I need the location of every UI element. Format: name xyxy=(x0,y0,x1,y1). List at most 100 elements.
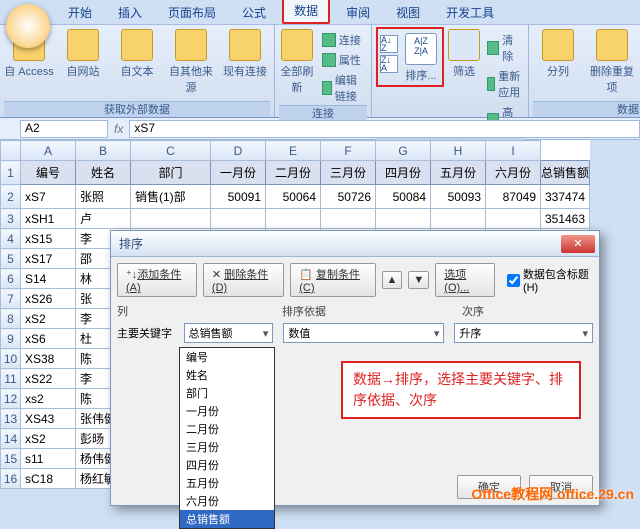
btn-删除重复项[interactable]: 删除重复项 xyxy=(587,27,637,95)
cell[interactable]: 50091 xyxy=(211,185,266,209)
btn-清除[interactable]: 清除 xyxy=(484,31,524,65)
tab-审阅[interactable]: 审阅 xyxy=(336,1,380,24)
drop-item[interactable]: 总销售额 xyxy=(180,510,274,528)
cell[interactable]: xSH1 xyxy=(21,209,76,229)
header-cell[interactable]: 六月份 xyxy=(486,161,541,185)
col-E[interactable]: E xyxy=(266,141,321,161)
sort-button[interactable]: A|ZZ|A排序... xyxy=(402,31,440,83)
header-cell[interactable]: 总销售额 xyxy=(541,161,590,185)
btn-连接[interactable]: 连接 xyxy=(319,31,367,49)
sort-basis-select[interactable]: 数值 xyxy=(283,323,444,343)
col-G[interactable]: G xyxy=(376,141,431,161)
tab-数据[interactable]: 数据 xyxy=(282,0,330,24)
row-12[interactable]: 12 xyxy=(1,389,21,409)
col-D[interactable]: D xyxy=(211,141,266,161)
cell[interactable] xyxy=(266,209,321,229)
drop-item[interactable]: 五月份 xyxy=(180,474,274,492)
row-2[interactable]: 2 xyxy=(1,185,21,209)
cell[interactable] xyxy=(431,209,486,229)
drop-item[interactable]: 姓名 xyxy=(180,366,274,384)
drop-item[interactable]: 二月份 xyxy=(180,420,274,438)
drop-item[interactable]: 三月份 xyxy=(180,438,274,456)
cell[interactable]: 50064 xyxy=(266,185,321,209)
row-10[interactable]: 10 xyxy=(1,349,21,369)
cell[interactable]: XS38 xyxy=(21,349,76,369)
cell[interactable]: xS22 xyxy=(21,369,76,389)
cell[interactable]: xS17 xyxy=(21,249,76,269)
cell[interactable]: xS15 xyxy=(21,229,76,249)
cell[interactable]: xS7 xyxy=(21,185,76,209)
col-F[interactable]: F xyxy=(321,141,376,161)
cell[interactable] xyxy=(321,209,376,229)
row-3[interactable]: 3 xyxy=(1,209,21,229)
header-cell[interactable]: 五月份 xyxy=(431,161,486,185)
dialog-titlebar[interactable]: 排序 ✕ xyxy=(111,231,599,257)
fx-icon[interactable]: fx xyxy=(114,122,123,136)
header-cell[interactable]: 部门 xyxy=(131,161,211,185)
drop-item[interactable]: 一月份 xyxy=(180,402,274,420)
btn-自网站[interactable]: 自网站 xyxy=(58,27,108,79)
cell[interactable]: 337474 xyxy=(541,185,590,209)
cell[interactable]: xS2 xyxy=(21,429,76,449)
tab-开发工具[interactable]: 开发工具 xyxy=(436,1,504,24)
cell[interactable]: 87049 xyxy=(486,185,541,209)
cell[interactable]: 50084 xyxy=(376,185,431,209)
col-H[interactable]: H xyxy=(431,141,486,161)
tab-插入[interactable]: 插入 xyxy=(108,1,152,24)
row-7[interactable]: 7 xyxy=(1,289,21,309)
delete-condition-button[interactable]: ✕ 删除条件(D) xyxy=(203,263,284,297)
btn-重新应用[interactable]: 重新应用 xyxy=(484,67,524,101)
btn-分列[interactable]: 分列 xyxy=(533,27,583,79)
main-key-select[interactable]: 总销售额 xyxy=(184,323,274,343)
cell[interactable] xyxy=(131,209,211,229)
tab-视图[interactable]: 视图 xyxy=(386,1,430,24)
row-5[interactable]: 5 xyxy=(1,249,21,269)
name-box[interactable]: A2 xyxy=(20,120,108,138)
tab-公式[interactable]: 公式 xyxy=(232,1,276,24)
refresh-all-button[interactable]: 全部刷新 xyxy=(279,27,315,95)
move-up-button[interactable]: ▲ xyxy=(382,271,403,289)
row-15[interactable]: 15 xyxy=(1,449,21,469)
header-cell[interactable]: 一月份 xyxy=(211,161,266,185)
cell[interactable]: 张照 xyxy=(76,185,131,209)
copy-condition-button[interactable]: 📋 复制条件(C) xyxy=(290,263,375,297)
drop-item[interactable]: 编号 xyxy=(180,348,274,366)
col-A[interactable]: A xyxy=(21,141,76,161)
row-8[interactable]: 8 xyxy=(1,309,21,329)
filter-button[interactable]: 筛选 xyxy=(448,27,480,79)
cell[interactable] xyxy=(211,209,266,229)
sort-az-icon[interactable]: A↓ZZ↓A xyxy=(380,31,398,83)
cell[interactable] xyxy=(486,209,541,229)
cell[interactable]: xs2 xyxy=(21,389,76,409)
row-14[interactable]: 14 xyxy=(1,429,21,449)
sort-order-select[interactable]: 升序 xyxy=(454,323,593,343)
cell[interactable]: 351463 xyxy=(541,209,590,229)
drop-item[interactable]: 六月份 xyxy=(180,492,274,510)
cell[interactable]: 50093 xyxy=(431,185,486,209)
has-header-checkbox[interactable]: 数据包含标题(H) xyxy=(507,266,593,294)
cell[interactable]: xS26 xyxy=(21,289,76,309)
cell[interactable]: 50726 xyxy=(321,185,376,209)
formula-input[interactable]: xS7 xyxy=(129,120,640,138)
drop-item[interactable]: 部门 xyxy=(180,384,274,402)
btn-属性[interactable]: 属性 xyxy=(319,51,367,69)
cell[interactable]: 销售(1)部 xyxy=(131,185,211,209)
btn-自其他来源[interactable]: 自其他来源 xyxy=(166,27,216,95)
col-I[interactable]: I xyxy=(486,141,541,161)
cell[interactable]: xS2 xyxy=(21,309,76,329)
row-6[interactable]: 6 xyxy=(1,269,21,289)
add-condition-button[interactable]: ⁺↓添加条件(A) xyxy=(117,263,197,297)
header-cell[interactable]: 姓名 xyxy=(76,161,131,185)
tab-开始[interactable]: 开始 xyxy=(58,1,102,24)
tab-页面布局[interactable]: 页面布局 xyxy=(158,1,226,24)
col-B[interactable]: B xyxy=(76,141,131,161)
cell[interactable] xyxy=(376,209,431,229)
cell[interactable]: XS43 xyxy=(21,409,76,429)
move-down-button[interactable]: ▼ xyxy=(408,271,429,289)
row-16[interactable]: 16 xyxy=(1,469,21,489)
close-icon[interactable]: ✕ xyxy=(561,235,595,253)
options-button[interactable]: 选项(O)... xyxy=(435,263,495,297)
header-cell[interactable]: 三月份 xyxy=(321,161,376,185)
drop-item[interactable]: 四月份 xyxy=(180,456,274,474)
header-cell[interactable]: 编号 xyxy=(21,161,76,185)
